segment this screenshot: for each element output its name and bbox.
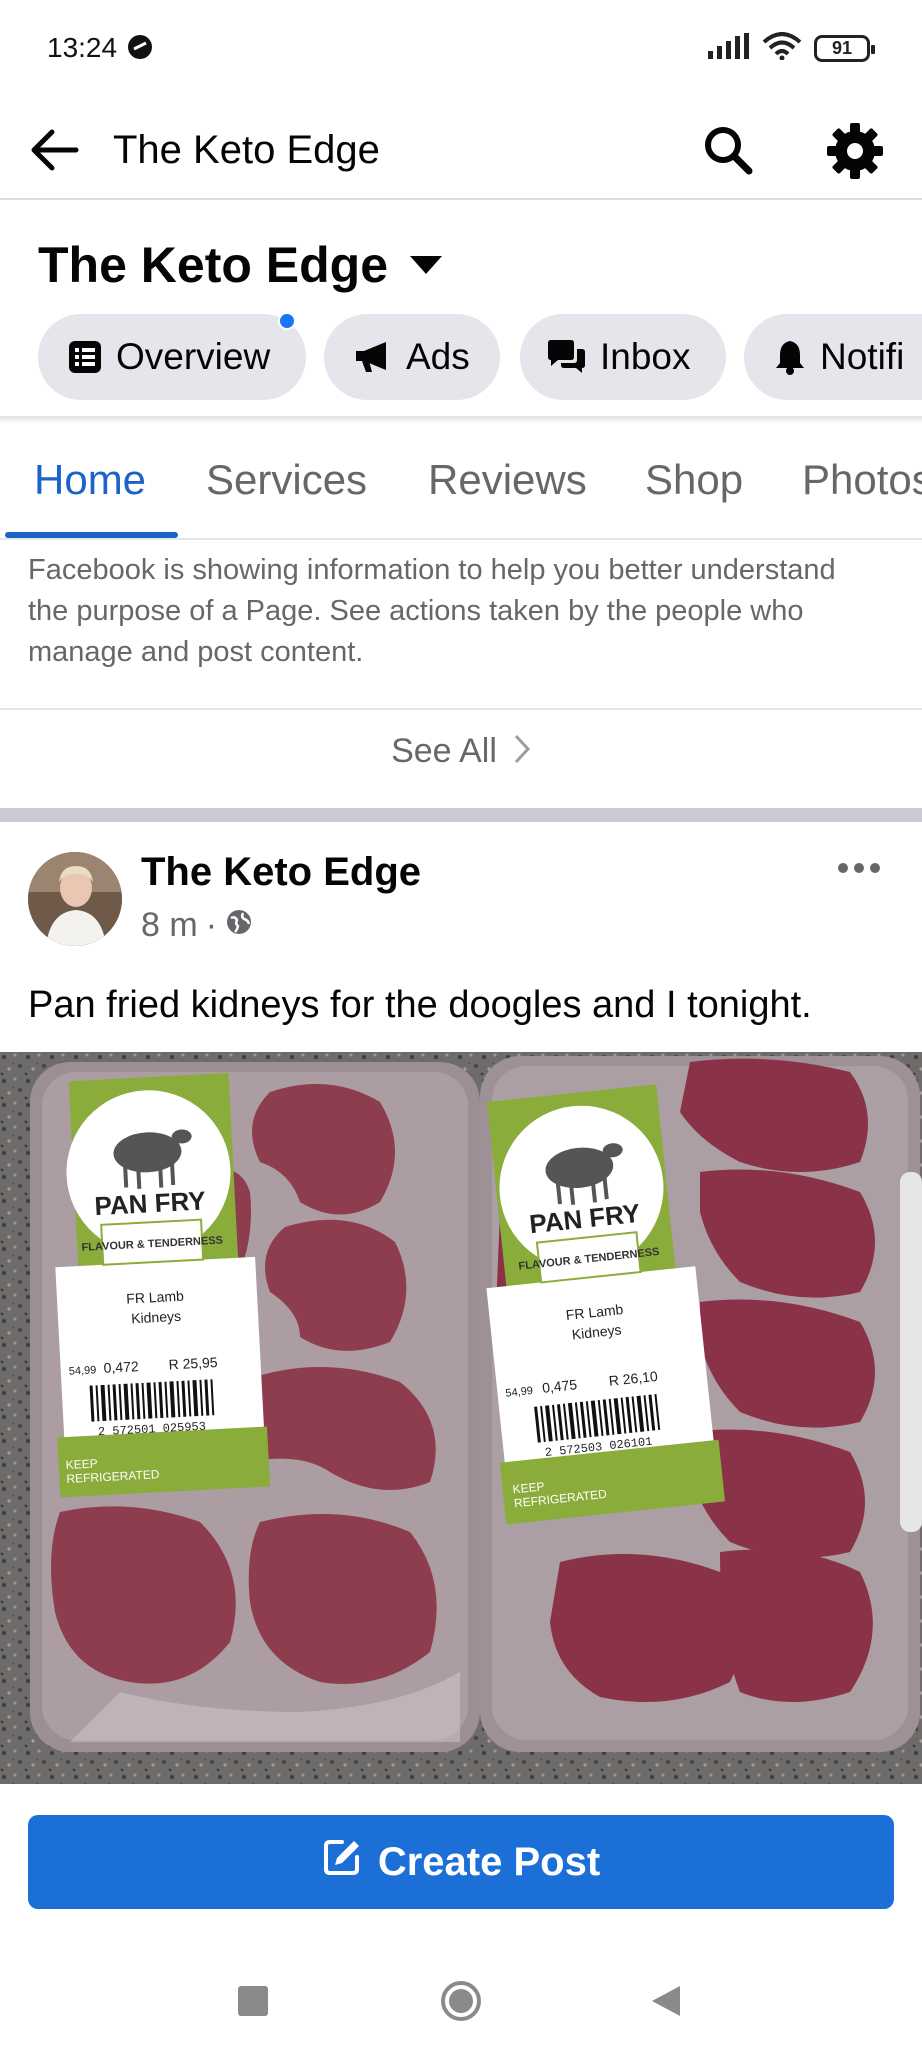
top-app-bar: The Keto Edge — [0, 100, 922, 200]
battery-indicator: 91 — [814, 35, 875, 62]
see-all-link[interactable]: See All — [0, 732, 922, 774]
chip-ads-label: Ads — [406, 336, 470, 377]
divider — [0, 708, 922, 710]
chip-notifications[interactable]: Notifi — [744, 314, 922, 400]
globe-icon — [225, 906, 253, 945]
tab-photos[interactable]: Photos — [802, 456, 922, 504]
status-time: 13:24 — [47, 32, 118, 63]
status-bar: 13:24 91 — [0, 0, 922, 100]
page-name-switcher[interactable]: The Keto Edge — [38, 236, 444, 294]
avatar[interactable] — [28, 852, 122, 946]
do-not-disturb-icon — [127, 34, 153, 65]
svg-text:Kidneys: Kidneys — [131, 1308, 182, 1327]
svg-text:FR Lamb: FR Lamb — [126, 1288, 185, 1307]
edit-icon — [322, 1837, 362, 1887]
tab-services[interactable]: Services — [206, 456, 367, 504]
chat-bubbles-icon — [546, 339, 586, 375]
megaphone-icon — [354, 340, 392, 374]
post-text: Pan fried kidneys for the doogles and I … — [28, 984, 812, 1026]
page-name: The Keto Edge — [38, 237, 389, 293]
page-transparency-text: Facebook is showing information to help … — [28, 554, 836, 668]
chip-overview[interactable]: Overview — [38, 314, 306, 400]
svg-text:0,472: 0,472 — [103, 1358, 139, 1376]
nav-back-button[interactable] — [650, 1984, 682, 2018]
chevron-right-icon — [513, 733, 531, 774]
svg-text:R 25,95: R 25,95 — [168, 1354, 218, 1373]
back-arrow-icon[interactable] — [26, 122, 82, 178]
svg-text:54,99: 54,99 — [69, 1364, 97, 1377]
wifi-icon — [762, 32, 802, 65]
system-nav-bar — [0, 1930, 922, 2048]
create-post-label: Create Post — [377, 1839, 601, 1884]
chip-ads[interactable]: Ads — [324, 314, 500, 400]
signal-icon — [708, 33, 750, 64]
search-icon[interactable] — [700, 122, 756, 178]
create-post-button[interactable]: Create Post — [28, 1815, 894, 1909]
gear-icon[interactable] — [826, 122, 884, 180]
notification-dot — [278, 314, 296, 330]
page-tools-chips: Overview Ads Inbox Notifi — [38, 314, 922, 400]
recents-button[interactable] — [238, 1986, 268, 2016]
post-photo[interactable]: PAN FRY FLAVOUR & TENDERNESS FR Lamb Kid… — [0, 1052, 922, 1784]
home-button[interactable] — [440, 1980, 482, 2022]
page-tabs: Home Services Reviews Shop Photos — [0, 424, 922, 540]
meta-separator: · — [205, 906, 218, 944]
chip-notifications-label: Notifi — [820, 336, 905, 377]
caret-down-icon — [408, 254, 444, 276]
post-author[interactable]: The Keto Edge — [141, 850, 421, 895]
chip-inbox[interactable]: Inbox — [520, 314, 726, 400]
more-options-icon[interactable] — [836, 856, 882, 880]
app-bar-title: The Keto Edge — [113, 128, 380, 172]
tab-shop[interactable]: Shop — [645, 456, 743, 504]
chip-overview-label: Overview — [116, 336, 271, 377]
active-tab-indicator — [5, 532, 178, 538]
bell-icon — [774, 339, 806, 375]
post-meta: 8 m · — [141, 906, 253, 945]
post-time: 8 m — [141, 906, 198, 944]
section-separator — [0, 808, 922, 822]
chip-inbox-label: Inbox — [600, 336, 691, 377]
header-shadow — [0, 416, 922, 424]
tab-home[interactable]: Home — [34, 456, 146, 504]
svg-text:PAN FRY: PAN FRY — [94, 1185, 207, 1221]
tab-reviews[interactable]: Reviews — [428, 456, 587, 504]
see-all-label: See All — [391, 732, 497, 770]
list-icon — [68, 340, 102, 374]
